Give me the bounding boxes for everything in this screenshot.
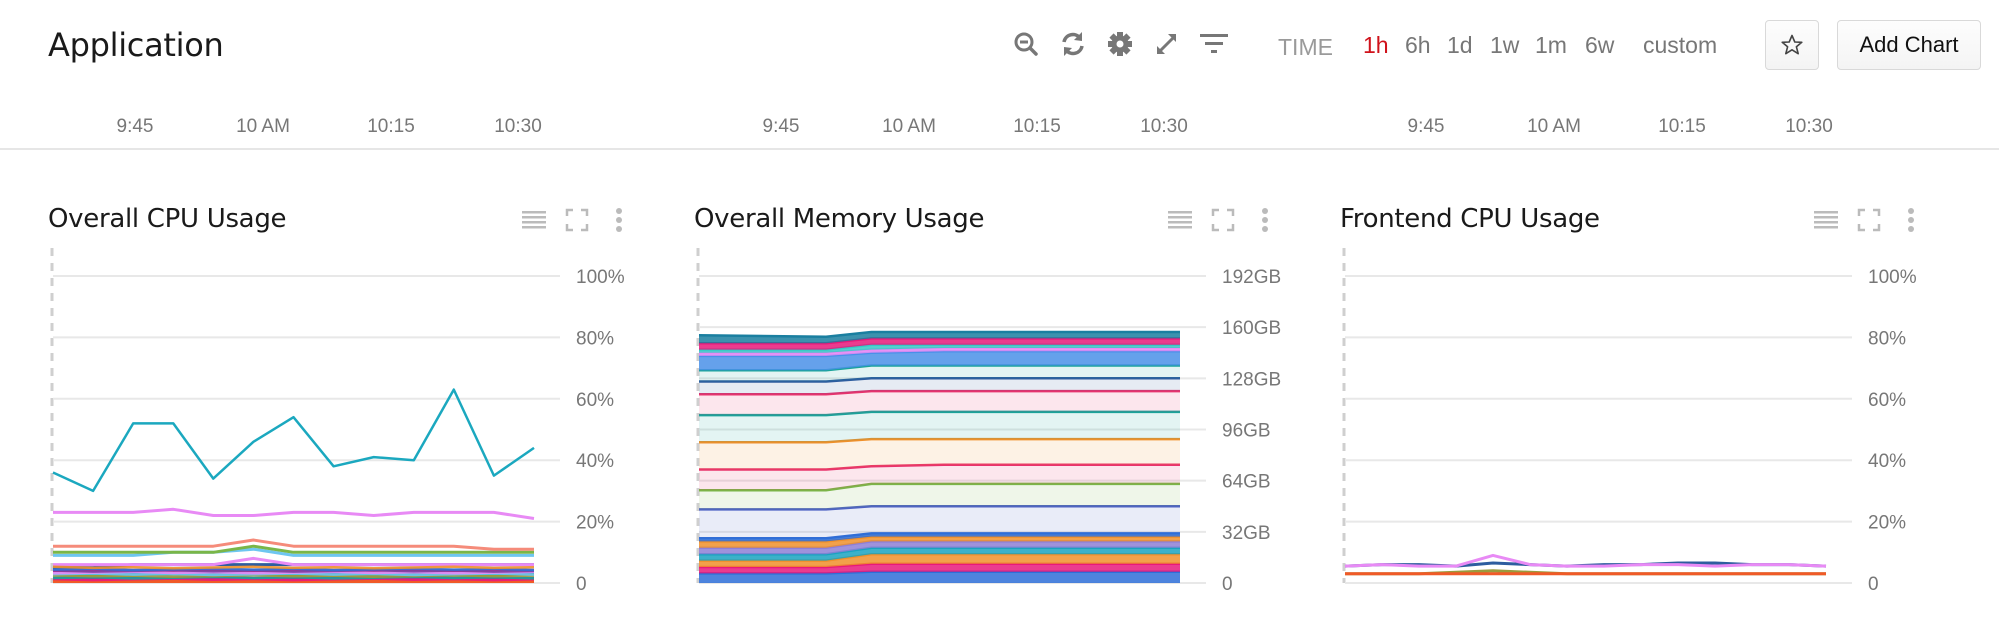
settings-gear-icon [1108,32,1132,56]
time-option-1m[interactable]: 1m [1535,32,1567,59]
add-chart-button[interactable]: Add Chart [1837,20,1981,70]
time-tick: 10:30 [1785,116,1833,137]
zoom-out-button[interactable] [1010,28,1042,60]
y-tick-label: 32GB [1222,523,1271,544]
y-tick-label: 192GB [1222,267,1281,288]
time-tick: 9:45 [116,116,154,137]
time-tick: 10:30 [494,116,542,137]
time-option-1w[interactable]: 1w [1490,32,1519,59]
chart-plot-area: 0 32GB 64GB 96GB 128GB 160GB 192GB [696,248,1281,595]
time-tick: 10:30 [1140,116,1188,137]
fullscreen-button[interactable] [561,204,593,236]
time-tick: 10 AM [236,116,290,137]
time-tick: 10:15 [1013,116,1061,137]
y-tick-label: 0 [1868,574,1879,595]
time-tick: 9:45 [762,116,800,137]
area-band [699,411,1180,443]
legend-toggle-button[interactable] [1810,204,1842,236]
time-option-1d[interactable]: 1d [1447,32,1473,59]
time-tick: 10:15 [367,116,415,137]
time-range-label: TIME [1278,34,1333,60]
time-option-1h[interactable]: 1h [1363,32,1389,59]
chart-plot-area: 0 20% 40% 60% 80% 100% [1342,248,1917,595]
zoom-out-icon [1014,32,1038,56]
fullscreen-icon [1857,208,1881,232]
y-tick-label: 60% [1868,390,1906,411]
series-line-series-3 [53,538,534,551]
chart-panel-frontend-cpu: Frontend CPU Usage 0 20% 40% 60% 80% 100% [1340,190,1986,610]
y-tick-label: 96GB [1222,421,1271,442]
chart-title: Frontend CPU Usage [1340,204,1600,234]
chart-title: Overall Memory Usage [694,204,985,234]
fullscreen-icon [1211,208,1235,232]
time-option-6w[interactable]: 6w [1585,32,1614,59]
y-tick-label: 0 [1222,574,1233,595]
more-vertical-icon [1908,208,1914,232]
chart-plot-area: 0 20% 40% 60% 80% 100% [50,248,625,595]
series-line-series-2 [53,507,535,520]
y-tick-label: 0 [576,574,587,595]
refresh-button[interactable] [1057,28,1089,60]
fullscreen-icon [565,208,589,232]
time-axis-row: 9:45 10 AM 10:15 10:30 9:45 10 AM 10:15 … [0,90,1999,150]
time-option-6h[interactable]: 6h [1405,32,1431,59]
refresh-icon [1062,32,1084,56]
more-vertical-icon [616,208,622,232]
y-tick-label: 80% [576,328,614,349]
chart-panel-overall-cpu: Overall CPU Usage 0 20% 40% 60% 80% 100% [48,190,694,610]
y-tick-label: 80% [1868,328,1906,349]
settings-button[interactable] [1104,28,1136,60]
y-tick-label: 20% [576,513,614,534]
y-tick-label: 40% [1868,451,1906,472]
y-tick-label: 128GB [1222,369,1281,390]
y-tick-label: 160GB [1222,318,1281,339]
filter-button[interactable] [1198,28,1230,60]
legend-toggle-button[interactable] [518,204,550,236]
y-tick-label: 64GB [1222,472,1271,493]
minor-series-line [52,565,535,570]
time-tick: 9:45 [1407,116,1445,137]
chart-panel-overall-memory: Overall Memory Usage 0 32GB 64GB 96GB 128GB 1… [694,190,1340,610]
series-line-series-6 [53,556,534,567]
more-vertical-icon [1262,208,1268,232]
time-tick: 10 AM [882,116,936,137]
expand-icon [1157,34,1176,54]
time-tick: 10 AM [1527,116,1581,137]
expand-button[interactable] [1151,28,1183,60]
y-tick-label: 100% [1868,267,1917,288]
more-options-button[interactable] [1249,204,1281,236]
favorite-button[interactable] [1765,20,1819,70]
star-outline-icon [1781,34,1803,55]
legend-list-icon [1168,211,1192,229]
y-tick-label: 40% [576,451,614,472]
fullscreen-button[interactable] [1853,204,1885,236]
more-options-button[interactable] [1895,204,1927,236]
legend-list-icon [522,211,546,229]
filter-icon [1200,34,1228,53]
y-tick-label: 20% [1868,513,1906,534]
time-option-custom[interactable]: custom [1643,32,1717,59]
top-bar: Application TIME 1h 6h 1d 1w 1m 6w custo… [0,0,1999,90]
more-options-button[interactable] [603,204,635,236]
time-tick: 10:15 [1658,116,1706,137]
legend-list-icon [1814,211,1838,229]
series-line-series-1 [52,388,535,493]
chart-title: Overall CPU Usage [48,204,287,234]
page-title: Application [48,26,224,64]
y-tick-label: 100% [576,267,625,288]
legend-toggle-button[interactable] [1164,204,1196,236]
y-tick-label: 60% [576,390,614,411]
fullscreen-button[interactable] [1207,204,1239,236]
